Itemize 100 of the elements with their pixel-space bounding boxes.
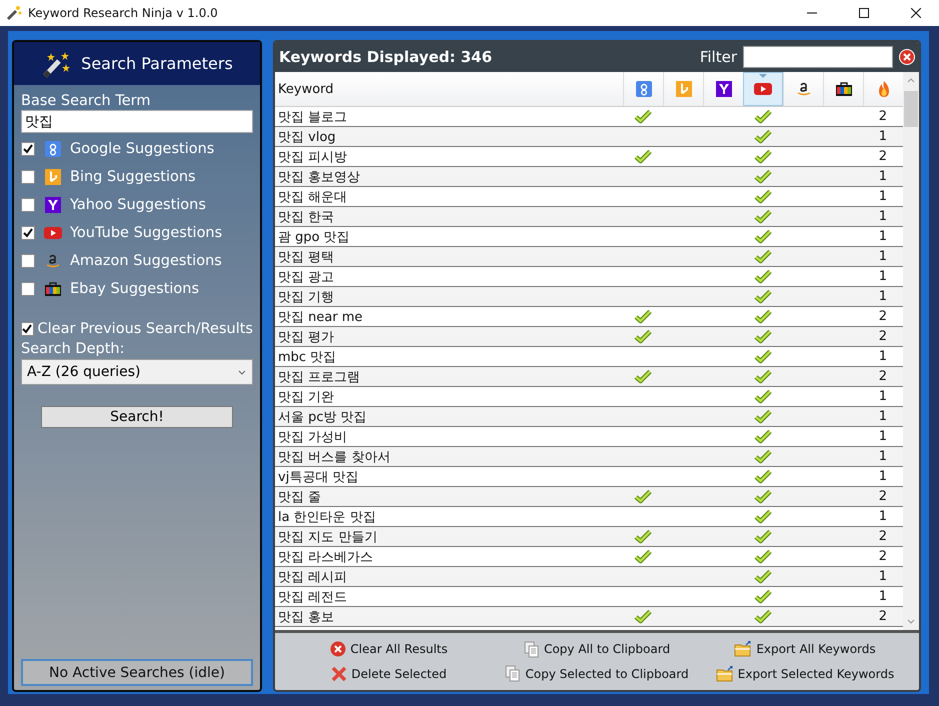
keyword-cell-text: 괌 gpo 맛집 bbox=[277, 228, 351, 246]
count-cell-text: 2 bbox=[878, 488, 888, 506]
keyword-cell-text: 맛집 해운대 bbox=[277, 188, 348, 206]
checkbox-label: YouTube Suggestions bbox=[70, 225, 222, 241]
copy-icon bbox=[524, 640, 540, 658]
count-cell-text: 2 bbox=[878, 308, 888, 326]
count-cell-text: 2 bbox=[878, 368, 888, 386]
close-circle-icon[interactable] bbox=[899, 49, 915, 65]
status-bar: No Active Searches (idle) bbox=[21, 659, 253, 686]
keyword-cell-text: 맛집 버스를 찾아서 bbox=[277, 448, 392, 466]
count-cell-text: 2 bbox=[878, 148, 888, 166]
folder-icon bbox=[734, 641, 752, 658]
count-cell-text: 1 bbox=[878, 508, 888, 526]
keyword-cell-text: 맛집 기행 bbox=[277, 288, 336, 306]
count-cell-text: 1 bbox=[878, 348, 888, 366]
keyword-cell-text: vj특공대 맛집 bbox=[277, 468, 360, 486]
count-cell-text: 1 bbox=[878, 408, 888, 426]
base-term-field[interactable]: 맛집 bbox=[21, 110, 253, 133]
checkbox-label: Google Suggestions bbox=[70, 141, 214, 157]
keyword-cell-text: 맛집 피시방 bbox=[277, 148, 348, 166]
keyword-cell-text: 맛집 홍보영상 bbox=[277, 168, 362, 186]
count-cell-text: 1 bbox=[878, 448, 888, 466]
window-title: Keyword Research Ninja v 1.0.0 bbox=[28, 6, 219, 20]
checkbox-label: Ebay Suggestions bbox=[70, 281, 200, 297]
count-cell-text: 1 bbox=[878, 228, 888, 246]
g-logo-icon bbox=[45, 141, 61, 157]
action-button[interactable]: Copy All to Clipboard bbox=[524, 640, 670, 658]
checkbox-label: Yahoo Suggestions bbox=[70, 197, 206, 213]
shopping-bag-icon bbox=[44, 281, 62, 297]
keyword-cell-text: 맛집 프로그램 bbox=[277, 368, 362, 386]
a-logo-icon bbox=[796, 81, 812, 97]
maximize-icon[interactable] bbox=[859, 8, 869, 18]
panel-title: Search Parameters bbox=[81, 54, 233, 73]
action-button[interactable]: Export Selected Keywords bbox=[716, 666, 894, 682]
folder-icon bbox=[716, 666, 734, 682]
keyword-cell-text: mbc 맛집 bbox=[277, 348, 338, 366]
action-button[interactable]: Delete Selected bbox=[331, 666, 447, 682]
keyword-cell-text: 맛집 vlog bbox=[277, 128, 337, 146]
action-button[interactable]: Clear All Results bbox=[330, 641, 448, 658]
keyword-cell-text: la 한인타운 맛집 bbox=[277, 508, 377, 526]
keyword-cell-text: 맛집 줄 bbox=[277, 488, 322, 506]
count-cell-text: 1 bbox=[878, 388, 888, 406]
keyword-cell-text: 맛집 홍보 bbox=[277, 608, 336, 626]
count-cell-text: 2 bbox=[878, 328, 888, 346]
count-cell-text: 1 bbox=[878, 428, 888, 446]
checkbox-label: Bing Suggestions bbox=[70, 169, 196, 185]
checkbox[interactable] bbox=[21, 254, 35, 268]
checkbox-label: Amazon Suggestions bbox=[70, 253, 222, 269]
count-cell-text: 1 bbox=[878, 468, 888, 486]
keyword-cell-text: 맛집 지도 만들기 bbox=[277, 528, 378, 546]
checkbox[interactable] bbox=[21, 226, 35, 240]
scrollbar[interactable] bbox=[903, 72, 919, 630]
keyword-cell-text: 맛집 평택 bbox=[277, 248, 336, 266]
checkbox[interactable] bbox=[21, 198, 35, 212]
count-cell-text: 2 bbox=[878, 608, 888, 626]
close-circle-icon bbox=[330, 641, 346, 658]
checkbox[interactable] bbox=[21, 170, 35, 184]
results-title: Keywords Displayed: 346 bbox=[279, 48, 494, 66]
count-cell-text: 1 bbox=[878, 288, 888, 306]
close-icon[interactable] bbox=[911, 8, 921, 18]
count-cell-text: 1 bbox=[878, 128, 888, 146]
count-cell-text: 1 bbox=[878, 568, 888, 586]
keyword-cell-text: 맛집 라스베가스 bbox=[277, 548, 374, 566]
b-logo-icon bbox=[45, 169, 61, 185]
count-cell-text: 2 bbox=[878, 528, 888, 546]
y-logo-icon bbox=[45, 197, 61, 213]
scroll-down-icon[interactable] bbox=[907, 619, 915, 624]
keyword-cell-text: 맛집 기완 bbox=[277, 388, 336, 406]
checkbox[interactable] bbox=[21, 322, 34, 336]
keyword-cell-text: 맛집 평가 bbox=[277, 328, 336, 346]
keyword-cell-text: 맛집 블로그 bbox=[277, 108, 348, 126]
keyword-cell-text: 맛집 레전드 bbox=[277, 588, 348, 606]
caret-icon bbox=[238, 370, 246, 374]
action-button[interactable]: Export All Keywords bbox=[734, 641, 876, 658]
scroll-thumb[interactable] bbox=[904, 91, 918, 127]
filter-label: Filter bbox=[700, 48, 737, 66]
filter-field[interactable] bbox=[743, 46, 893, 68]
checkbox[interactable] bbox=[21, 142, 35, 156]
play-logo-icon bbox=[754, 82, 772, 96]
count-cell-text: 1 bbox=[878, 168, 888, 186]
scroll-up-icon[interactable] bbox=[907, 78, 915, 83]
g-logo-icon bbox=[636, 81, 652, 97]
copy-icon bbox=[505, 665, 522, 682]
keyword-cell-text: 맛집 광고 bbox=[277, 268, 336, 286]
search-button[interactable]: Search! bbox=[41, 406, 233, 428]
play-logo-icon bbox=[44, 226, 62, 240]
keyword-cell-text: 맛집 가성비 bbox=[277, 428, 348, 446]
count-cell-text: 2 bbox=[878, 108, 888, 126]
magic-wand-icon bbox=[6, 5, 22, 21]
sort-arrow-icon bbox=[759, 74, 767, 78]
count-cell-text: 1 bbox=[878, 268, 888, 286]
count-cell-text: 1 bbox=[878, 248, 888, 266]
action-button[interactable]: Copy Selected to Clipboard bbox=[505, 665, 689, 682]
search-depth-dropdown[interactable]: A-Z (26 queries) bbox=[21, 359, 253, 385]
field-label: Search Depth: bbox=[21, 341, 126, 357]
checkbox[interactable] bbox=[21, 282, 35, 296]
keyword-cell-text: 맛집 near me bbox=[277, 308, 364, 326]
y-logo-icon bbox=[716, 81, 732, 97]
delete-icon bbox=[331, 666, 348, 682]
checkbox-label: Clear Previous Search/Results bbox=[38, 321, 253, 337]
